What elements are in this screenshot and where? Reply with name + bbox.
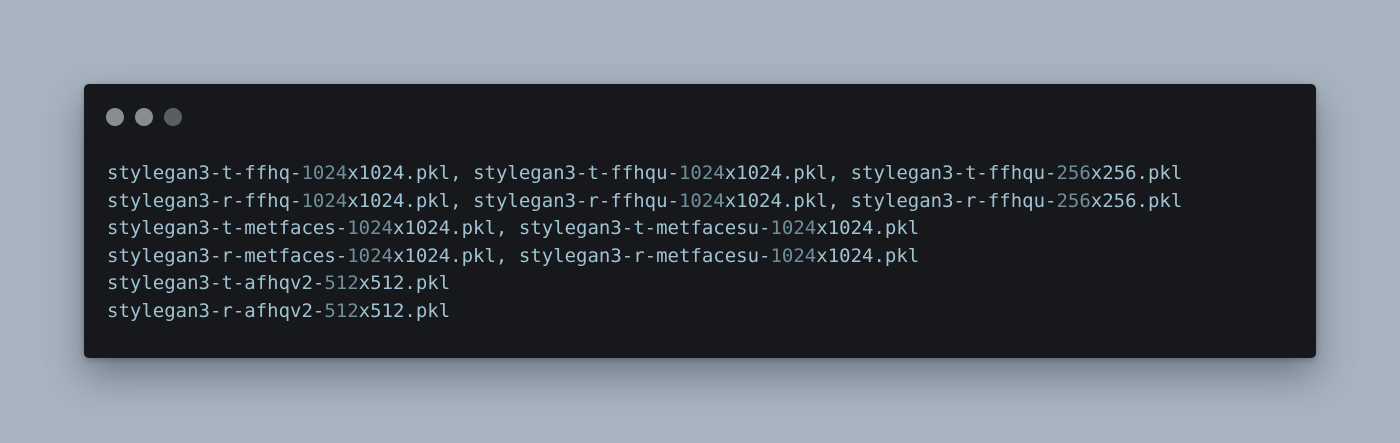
code-line-1: stylegan3-t-ffhq-1024x1024.pkl, stylegan… <box>107 162 1183 184</box>
window-controls <box>106 108 182 126</box>
window-dot-2[interactable] <box>135 108 153 126</box>
window-dot-3[interactable] <box>164 108 182 126</box>
code-window: stylegan3-t-ffhq-1024x1024.pkl, stylegan… <box>84 84 1316 358</box>
code-line-2: stylegan3-r-ffhq-1024x1024.pkl, stylegan… <box>107 189 1183 212</box>
window-dot-1[interactable] <box>106 108 124 126</box>
code-block: stylegan3-t-ffhq-1024x1024.pkl, stylegan… <box>107 160 1182 325</box>
code-line-4: stylegan3-r-metfaces-1024x1024.pkl, styl… <box>107 244 920 267</box>
code-line-5: stylegan3-t-afhqv2-512x512.pkl <box>107 272 451 294</box>
code-line-6: stylegan3-r-afhqv2-512x512.pkl <box>107 299 451 322</box>
code-line-3: stylegan3-t-metfaces-1024x1024.pkl, styl… <box>107 217 920 239</box>
